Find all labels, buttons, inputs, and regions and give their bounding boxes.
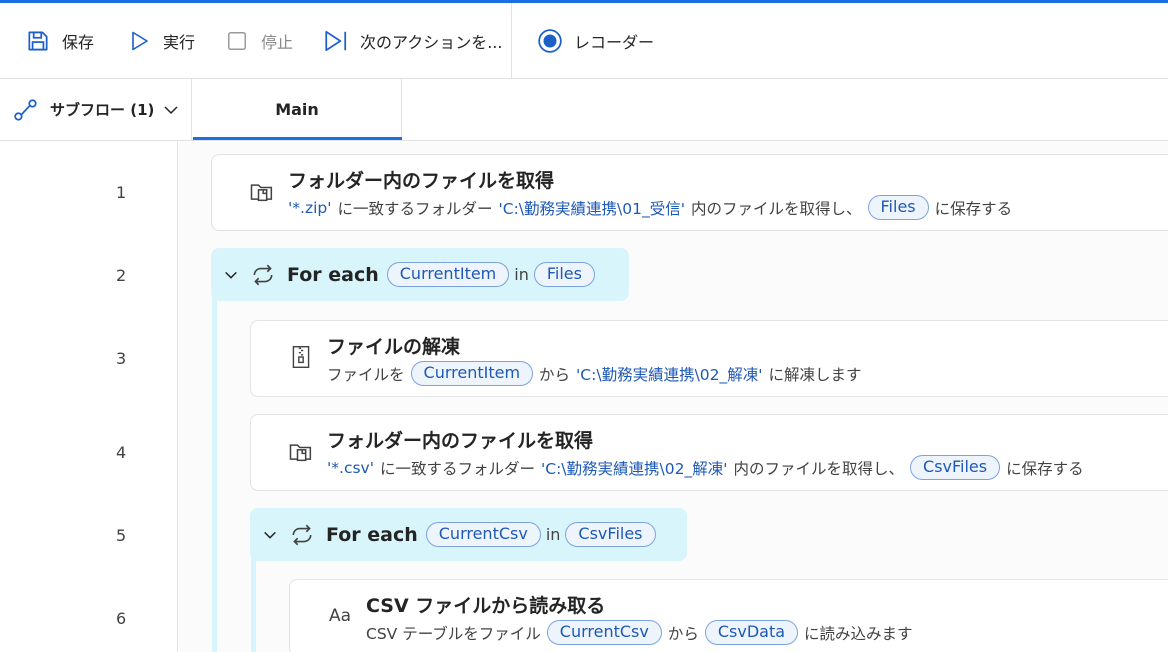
stop-checkbox-icon <box>223 27 251 55</box>
action-read-from-csv[interactable]: Aa CSV ファイルから読み取る CSV テーブルをファイル CurrentC… <box>289 579 1168 652</box>
toolbar: 保存 実行 停止 次のアクションを... レコーダー <box>0 3 1168 79</box>
variable-pill[interactable]: Files <box>533 262 595 287</box>
run-label: 実行 <box>163 33 196 52</box>
subflow-dropdown[interactable]: サブフロー (1) <box>0 79 192 140</box>
for-each-loop-header[interactable]: For each CurrentCsv in CsvFiles <box>250 508 687 561</box>
folder-path-value: 'C:\勤務実績連携\02_解凍' <box>576 365 763 384</box>
folder-files-icon <box>248 177 276 205</box>
line-number: 3 <box>116 349 127 368</box>
save-button[interactable]: 保存 <box>24 3 94 79</box>
chevron-down-icon[interactable] <box>260 527 280 543</box>
for-each-loop-header[interactable]: For each CurrentItem in Files <box>211 248 629 301</box>
action-description: '*.csv' に一致するフォルダー 'C:\勤務実績連携\02_解凍' 内のフ… <box>327 455 1084 480</box>
description-text: に保存する <box>1006 459 1084 478</box>
stop-label: 停止 <box>261 33 294 52</box>
tab-bar: サブフロー (1) Main <box>0 79 1168 141</box>
description-text: に一致するフォルダー <box>337 199 493 218</box>
line-number: 6 <box>116 609 127 628</box>
loop-icon <box>288 521 316 549</box>
loop-nesting-bar <box>251 552 256 652</box>
file-pattern-value: '*.csv' <box>327 458 374 477</box>
variable-pill[interactable]: Files <box>867 195 929 220</box>
variable-pill[interactable]: CsvFiles <box>910 455 1001 480</box>
description-text: に保存する <box>934 199 1013 218</box>
description-text: に読み込みます <box>804 624 913 643</box>
recorder-label: レコーダー <box>574 33 655 52</box>
zip-icon <box>287 343 315 371</box>
text-aa-icon: Aa <box>328 606 352 626</box>
subflow-label: サブフロー (1) <box>50 101 155 119</box>
file-pattern-value: '*.zip' <box>288 198 332 217</box>
folder-path-value: 'C:\勤務実績連携\02_解凍' <box>541 459 728 478</box>
variable-pill[interactable]: CurrentCsv <box>546 620 662 645</box>
description-text: に一致するフォルダー <box>379 459 535 478</box>
chevron-down-icon <box>162 101 180 119</box>
folder-files-icon <box>287 437 315 465</box>
loop-keyword: For each <box>287 263 379 286</box>
tab-main[interactable]: Main <box>193 79 402 140</box>
description-text: 内のファイルを取得し、 <box>733 459 905 478</box>
line-number: 2 <box>116 266 127 285</box>
action-title: CSV ファイルから読み取る <box>366 595 606 617</box>
variable-pill[interactable]: CurrentCsv <box>425 522 541 547</box>
run-next-action-button[interactable]: 次のアクションを... <box>322 3 502 79</box>
loop-nesting-bar <box>212 292 217 652</box>
active-tab-indicator <box>193 137 402 140</box>
in-label: in <box>514 265 529 284</box>
in-label: in <box>545 525 561 544</box>
description-text: ファイルを <box>327 365 405 384</box>
play-icon <box>125 27 153 55</box>
loop-icon <box>249 261 277 289</box>
line-number: 4 <box>116 443 127 462</box>
step-next-icon <box>322 27 350 55</box>
recorder-button[interactable]: レコーダー <box>536 3 654 79</box>
stop-button[interactable]: 停止 <box>223 3 293 79</box>
loop-keyword: For each <box>326 523 418 546</box>
chevron-down-icon[interactable] <box>221 267 241 283</box>
action-title: フォルダー内のファイルを取得 <box>327 430 594 452</box>
action-title: ファイルの解凍 <box>327 336 461 358</box>
subflow-icon <box>12 96 40 124</box>
description-text: 内のファイルを取得し、 <box>691 199 862 218</box>
variable-pill[interactable]: CsvFiles <box>565 522 656 547</box>
tab-main-label: Main <box>275 100 319 119</box>
run-button[interactable]: 実行 <box>125 3 195 79</box>
description-text: に解凍します <box>768 365 862 384</box>
variable-pill[interactable]: CurrentItem <box>386 262 510 287</box>
save-icon <box>24 27 52 55</box>
line-number: 1 <box>116 183 127 202</box>
description-text: から <box>667 624 699 643</box>
line-number-gutter: 1 2 3 4 5 6 <box>0 142 178 652</box>
action-description: CSV テーブルをファイル CurrentCsv から CsvData に読み込… <box>366 620 913 645</box>
line-number: 5 <box>116 526 127 545</box>
description-text: CSV テーブルをファイル <box>366 624 541 643</box>
description-text: から <box>539 365 571 384</box>
save-label: 保存 <box>62 33 95 52</box>
next-action-label: 次のアクションを... <box>360 33 503 52</box>
folder-path-value: 'C:\勤務実績連携\01_受信' <box>498 199 686 218</box>
variable-pill[interactable]: CsvData <box>704 620 799 645</box>
action-unzip-files[interactable]: ファイルの解凍 ファイルを CurrentItem から 'C:\勤務実績連携\… <box>250 320 1168 397</box>
action-get-files-in-folder[interactable]: フォルダー内のファイルを取得 '*.csv' に一致するフォルダー 'C:\勤務… <box>250 414 1168 491</box>
variable-pill[interactable]: CurrentItem <box>410 361 534 386</box>
action-title: フォルダー内のファイルを取得 <box>288 170 555 192</box>
record-icon <box>536 27 564 55</box>
action-description: ファイルを CurrentItem から 'C:\勤務実績連携\02_解凍' に… <box>327 361 862 386</box>
action-description: '*.zip' に一致するフォルダー 'C:\勤務実績連携\01_受信' 内のフ… <box>288 195 1012 220</box>
flow-canvas: フォルダー内のファイルを取得 '*.zip' に一致するフォルダー 'C:\勤務… <box>179 142 1168 652</box>
toolbar-divider <box>511 3 512 79</box>
action-get-files-in-folder[interactable]: フォルダー内のファイルを取得 '*.zip' に一致するフォルダー 'C:\勤務… <box>211 154 1168 231</box>
